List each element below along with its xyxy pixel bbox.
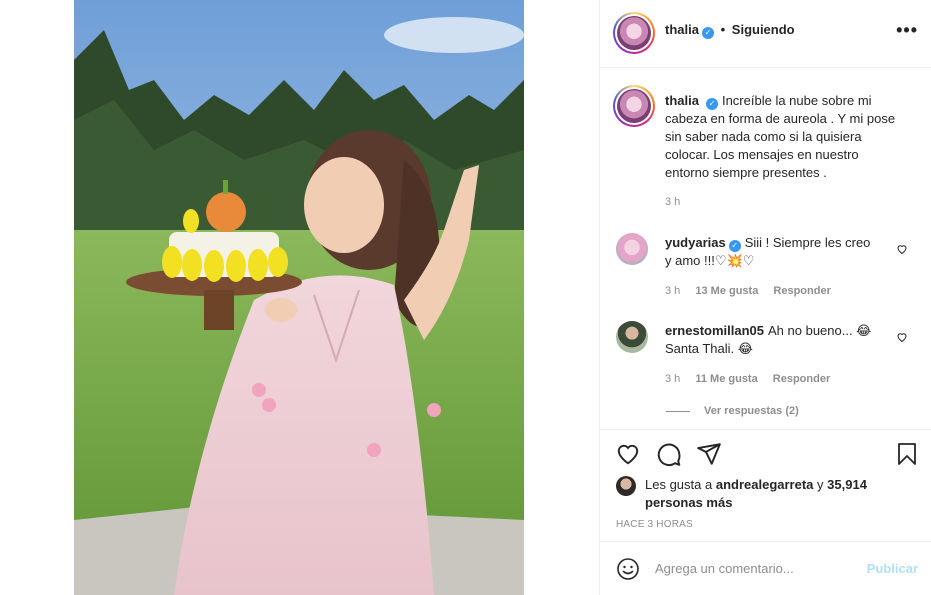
comment-time: 3 h [665, 373, 681, 385]
comment-time: 3 h [665, 285, 681, 297]
comment-body: yudyarias ✓ Siii ! Siempre les creo y amo … [665, 234, 875, 270]
reply-button[interactable]: Responder [773, 373, 830, 385]
comment-input[interactable] [655, 556, 855, 580]
comment-meta: 3 h 11 Me gusta Responder [665, 373, 842, 385]
more-options-icon[interactable]: ••• [896, 20, 918, 41]
commenter-username[interactable]: ernestomillan05 [665, 323, 764, 338]
like-comment-heart-icon[interactable] [896, 243, 908, 255]
like-heart-icon[interactable] [615, 441, 641, 467]
post-photo[interactable] [74, 0, 524, 595]
save-bookmark-icon[interactable] [895, 441, 919, 467]
liker-avatar[interactable] [616, 476, 636, 496]
comment-bubble-icon[interactable] [656, 441, 682, 467]
photo-woman-with-cake [74, 0, 524, 595]
add-comment-bar: Publicar [600, 541, 931, 595]
like-comment-heart-icon[interactable] [896, 331, 908, 343]
commenter-username[interactable]: yudyarias [665, 235, 726, 250]
caption: thalia ✓ Increíble la nube sobre mi cabeza… [665, 92, 905, 182]
post-actions: Les gusta a andrealegarreta y 35,914 per… [600, 429, 931, 541]
post-timestamp[interactable]: HACE 3 HORAS [616, 519, 693, 530]
verified-badge-icon: ✓ [728, 240, 741, 252]
following-button[interactable]: Siguiendo [732, 22, 795, 37]
author-avatar[interactable] [613, 12, 655, 54]
author-username[interactable]: thalia [665, 22, 699, 37]
reply-button[interactable]: Responder [773, 285, 830, 297]
caption-time: 3 h [665, 196, 681, 208]
emoji-smiley-icon[interactable] [616, 557, 640, 581]
liker-username[interactable]: andrealegarreta [716, 477, 814, 492]
likes-connector: y [817, 477, 824, 492]
publish-button[interactable]: Publicar [867, 561, 918, 576]
post-header: thalia ✓ • Siguiendo ••• [600, 0, 931, 68]
share-send-icon[interactable] [696, 441, 722, 467]
comment-likes[interactable]: 13 Me gusta [695, 285, 758, 297]
post-side-panel: thalia ✓ • Siguiendo ••• thalia ✓ Increíble… [599, 0, 931, 595]
comment-likes[interactable]: 11 Me gusta [695, 373, 757, 385]
commenter-avatar[interactable] [616, 233, 648, 265]
caption-text: Increíble la nube sobre mi cabeza en for… [665, 93, 896, 180]
comment-meta: 3 h 13 Me gusta Responder [665, 285, 843, 297]
caption-username[interactable]: thalia [665, 93, 699, 108]
comment-body: ernestomillan05 Ah no bueno... 😂 Santa Th… [665, 322, 875, 358]
header-line: thalia ✓ • Siguiendo [665, 22, 795, 39]
likes-prefix: Les gusta a [645, 477, 713, 492]
separator-dot: • [720, 22, 726, 37]
view-replies-label: Ver respuestas (2) [704, 405, 799, 417]
comments-section: thalia ✓ Increíble la nube sobre mi cabeza… [600, 69, 931, 429]
view-replies-button[interactable]: Ver respuestas (2) [666, 405, 799, 417]
caption-avatar[interactable] [613, 85, 655, 127]
commenter-avatar[interactable] [616, 321, 648, 353]
replies-divider [666, 410, 690, 412]
verified-badge-icon: ✓ [705, 98, 718, 110]
verified-badge-icon: ✓ [701, 27, 714, 39]
